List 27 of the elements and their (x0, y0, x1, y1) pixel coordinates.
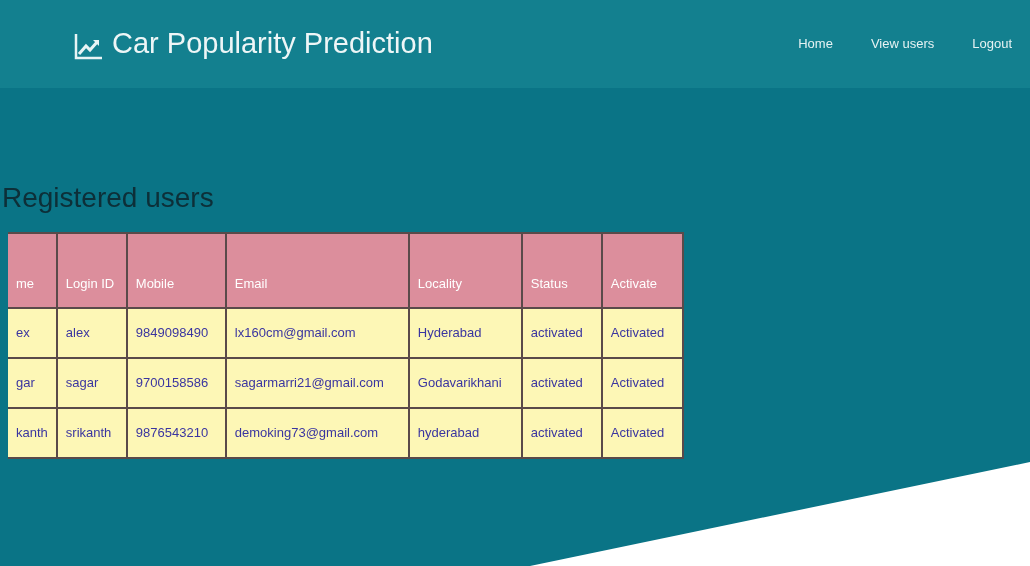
app-title: Car Popularity Prediction (112, 26, 433, 62)
table-cell: demoking73@gmail.com (225, 408, 409, 458)
table-cell: Hyderabad (408, 308, 522, 358)
table-cell: ex (8, 308, 57, 358)
table-cell: activated (521, 308, 602, 358)
table-cell: Godavarikhani (408, 358, 522, 408)
page-heading: Registered users (2, 184, 215, 212)
table-cell: hyderabad (408, 408, 522, 458)
table-cell: 9700158586 (126, 358, 226, 408)
table-cell: sagarmarri21@gmail.com (225, 358, 409, 408)
table-cell: Activated (601, 358, 683, 408)
table-cell: gar (8, 358, 57, 408)
table-cell: Activated (601, 308, 683, 358)
nav-link[interactable]: View users (870, 34, 935, 54)
nav-link[interactable]: Home (798, 34, 833, 54)
table-cell: kanth (8, 408, 57, 458)
table-cell: lx160cm@gmail.com (225, 308, 409, 358)
table-cell: srikanth (56, 408, 127, 458)
table-cell: sagar (56, 358, 127, 408)
table-cell: 9849098490 (126, 308, 226, 358)
table-cell: activated (521, 408, 602, 458)
chart-icon (74, 32, 104, 60)
table-cell: 9876543210 (126, 408, 226, 458)
table-cell: activated (521, 358, 602, 408)
table-cell: Activated (601, 408, 683, 458)
table-cell: alex (56, 308, 127, 358)
nav-link[interactable]: Logout (972, 34, 1012, 54)
